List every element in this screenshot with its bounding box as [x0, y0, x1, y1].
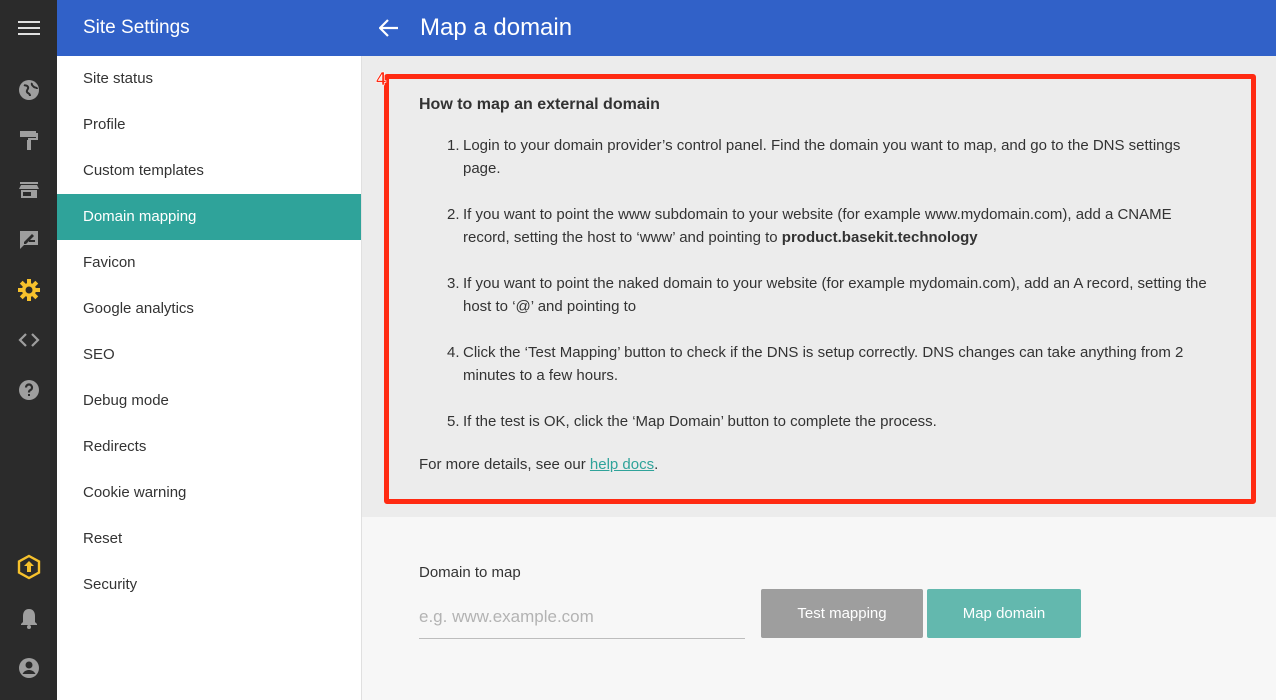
paint-roller-icon[interactable]: [0, 120, 57, 160]
more-details-prefix: For more details, see our: [419, 456, 590, 473]
domain-input[interactable]: [419, 596, 745, 639]
bell-icon[interactable]: [0, 598, 57, 638]
sidebar-item-security[interactable]: Security: [57, 562, 361, 608]
list-item: 3. If you want to point the naked domain …: [419, 272, 1209, 318]
site-settings-title: Site Settings: [83, 17, 190, 38]
list-item: 5. If the test is OK, click the ‘Map Doma…: [419, 410, 1209, 433]
page-title: Map a domain: [420, 14, 573, 41]
sidebar-item-reset[interactable]: Reset: [57, 516, 361, 562]
list-item: 1. Login to your domain provider’s contro…: [419, 134, 1209, 180]
code-icon[interactable]: [0, 320, 57, 360]
edit-icon[interactable]: [0, 220, 57, 260]
domain-field-label: Domain to map: [419, 564, 521, 581]
sidebar-item-site-status[interactable]: Site status: [57, 56, 361, 102]
upgrade-icon[interactable]: [0, 547, 57, 587]
step-number: 5.: [447, 413, 460, 430]
store-icon[interactable]: [0, 170, 57, 210]
list-item: 4. Click the ‘Test Mapping’ button to che…: [419, 341, 1209, 387]
back-arrow-icon[interactable]: [375, 14, 403, 42]
step-number: 1.: [447, 137, 460, 154]
sidebar-item-domain-mapping[interactable]: Domain mapping: [57, 194, 361, 240]
instructions-list: 1. Login to your domain provider’s contro…: [419, 134, 1209, 456]
step-text: If the test is OK, click the ‘Map Domain…: [463, 413, 937, 430]
more-details-suffix: .: [654, 456, 659, 473]
globe-icon[interactable]: [0, 70, 57, 110]
icon-rail: [0, 0, 57, 700]
account-icon[interactable]: [0, 648, 57, 688]
sidebar-item-profile[interactable]: Profile: [57, 102, 361, 148]
step-number: 2.: [447, 206, 460, 223]
instructions-panel: 4 How to map an external domain 1. Login …: [362, 56, 1276, 517]
sidebar-item-cookie-warning[interactable]: Cookie warning: [57, 470, 361, 516]
top-header: Site Settings Map a domain: [57, 0, 1276, 56]
more-details: For more details, see our help docs.: [419, 456, 658, 473]
map-domain-button[interactable]: Map domain: [927, 589, 1081, 638]
step-number: 3.: [447, 275, 460, 292]
help-docs-link[interactable]: help docs: [590, 456, 654, 473]
cname-target: product.basekit.technology: [781, 229, 978, 246]
sidebar-item-favicon[interactable]: Favicon: [57, 240, 361, 286]
sidebar-item-google-analytics[interactable]: Google analytics: [57, 286, 361, 332]
step-text: Click the ‘Test Mapping’ button to check…: [463, 344, 1184, 384]
list-item: 2. If you want to point the www subdomain…: [419, 203, 1209, 249]
instructions-heading: How to map an external domain: [419, 96, 660, 113]
step-text: Login to your domain provider’s control …: [463, 137, 1181, 177]
step-badge: 4: [376, 69, 387, 90]
settings-sidebar: Site status Profile Custom templates Dom…: [57, 56, 362, 700]
sidebar-item-custom-templates[interactable]: Custom templates: [57, 148, 361, 194]
main-content: 4 How to map an external domain 1. Login …: [362, 56, 1276, 700]
sidebar-item-redirects[interactable]: Redirects: [57, 424, 361, 470]
help-icon[interactable]: [0, 370, 57, 410]
sidebar-item-debug-mode[interactable]: Debug mode: [57, 378, 361, 424]
step-number: 4.: [447, 344, 460, 361]
menu-icon[interactable]: [0, 8, 57, 48]
sidebar-item-seo[interactable]: SEO: [57, 332, 361, 378]
test-mapping-button[interactable]: Test mapping: [761, 589, 923, 638]
step-text: If you want to point the naked domain to…: [463, 275, 1207, 315]
settings-icon[interactable]: [0, 270, 57, 310]
